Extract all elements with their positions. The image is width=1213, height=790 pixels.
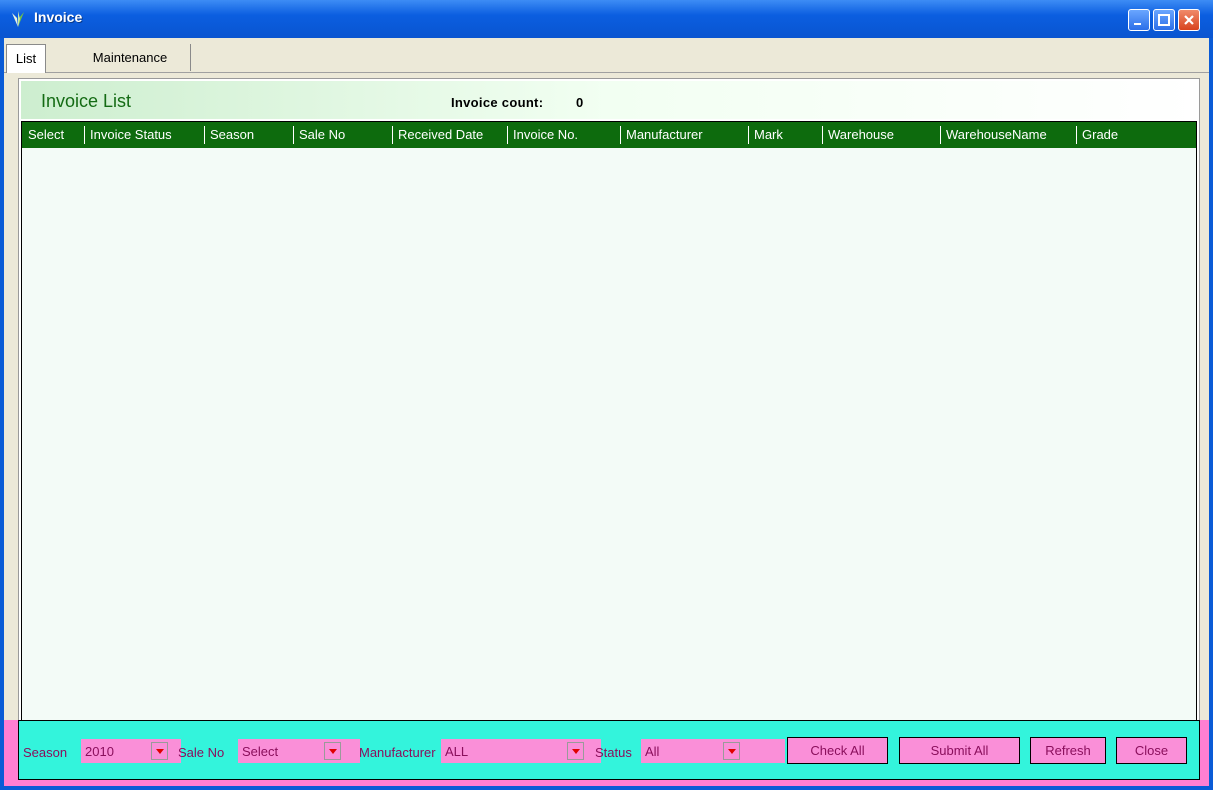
column-header-mark[interactable]: Mark [748, 122, 822, 148]
chevron-down-icon[interactable] [567, 742, 584, 760]
invoice-window: Invoice List Maintenance Invoice List In… [0, 0, 1213, 790]
close-window-button[interactable] [1178, 9, 1200, 31]
column-header-sale-no[interactable]: Sale No [293, 122, 392, 148]
season-label: Season [23, 745, 68, 760]
status-dropdown[interactable]: All [641, 739, 785, 763]
title-bar[interactable]: Invoice [0, 0, 1213, 38]
sale-no-dropdown[interactable]: Select [238, 739, 360, 763]
column-header-invoice-no[interactable]: Invoice No. [507, 122, 620, 148]
tab-maintenance[interactable]: Maintenance [70, 44, 191, 71]
minimize-icon [1134, 23, 1141, 25]
column-header-grade[interactable]: Grade [1076, 122, 1196, 148]
chevron-down-icon[interactable] [723, 742, 740, 760]
close-button[interactable]: Close [1116, 737, 1187, 764]
tab-maintenance-label: Maintenance [92, 50, 168, 65]
season-value: 2010 [85, 744, 114, 759]
status-value: All [645, 744, 660, 759]
grid-header: Select Invoice Status Season Sale No Rec… [22, 122, 1196, 148]
column-header-manufacturer-label: Manufacturer [626, 127, 703, 142]
column-header-invoice-status[interactable]: Invoice Status [84, 122, 204, 148]
client-area: List Maintenance Invoice List Invoice co… [4, 38, 1209, 786]
filter-toolbar: Season 2010 Sale No Select Manufacturer … [4, 720, 1209, 786]
manufacturer-label: Manufacturer [359, 745, 436, 760]
column-header-sale-no-label: Sale No [299, 127, 346, 142]
app-leaf-icon [12, 11, 24, 27]
maximize-icon [1158, 14, 1170, 26]
minimize-button[interactable] [1128, 9, 1150, 31]
column-header-warehouse-name[interactable]: WarehouseName [940, 122, 1076, 148]
close-icon [1184, 15, 1194, 25]
column-header-season[interactable]: Season [204, 122, 293, 148]
column-header-warehouse-label: Warehouse [828, 127, 894, 142]
filter-toolbar-inner: Season 2010 Sale No Select Manufacturer … [18, 720, 1200, 780]
column-header-invoice-no-label: Invoice No. [513, 127, 579, 142]
list-title: Invoice List [41, 91, 132, 111]
tab-list-label: List [15, 51, 37, 66]
refresh-button[interactable]: Refresh [1030, 737, 1106, 764]
column-header-manufacturer[interactable]: Manufacturer [620, 122, 748, 148]
chevron-down-icon[interactable] [324, 742, 341, 760]
invoice-count-value: 0 [576, 95, 584, 110]
invoice-count-label: Invoice count: [451, 95, 544, 110]
column-header-warehouse-name-label: WarehouseName [946, 127, 1047, 142]
invoice-grid[interactable]: Select Invoice Status Season Sale No Rec… [21, 121, 1197, 739]
column-header-received-date[interactable]: Received Date [392, 122, 507, 148]
check-all-button[interactable]: Check All [787, 737, 888, 764]
tab-list[interactable]: List [6, 44, 46, 73]
column-header-invoice-status-label: Invoice Status [90, 127, 172, 142]
chevron-down-icon[interactable] [151, 742, 168, 760]
maximize-button[interactable] [1153, 9, 1175, 31]
sale-no-label: Sale No [178, 745, 225, 760]
column-header-mark-label: Mark [754, 127, 783, 142]
sale-no-value: Select [242, 744, 279, 759]
column-header-season-label: Season [210, 127, 255, 142]
season-dropdown[interactable]: 2010 [81, 739, 181, 763]
column-header-select[interactable]: Select [22, 122, 84, 148]
tab-strip: List Maintenance [4, 44, 1209, 73]
column-header-select-label: Select [28, 127, 65, 142]
list-header: Invoice List Invoice count: 0 [21, 81, 1197, 119]
column-header-grade-label: Grade [1082, 127, 1119, 142]
manufacturer-value: ALL [445, 744, 469, 759]
invoice-list-panel: Invoice List Invoice count: 0 Select Inv… [18, 78, 1200, 786]
manufacturer-dropdown[interactable]: ALL [441, 739, 601, 763]
submit-all-button[interactable]: Submit All [899, 737, 1020, 764]
status-label: Status [595, 745, 632, 760]
column-header-warehouse[interactable]: Warehouse [822, 122, 940, 148]
window-title: Invoice [34, 9, 83, 25]
column-header-received-date-label: Received Date [398, 127, 484, 142]
